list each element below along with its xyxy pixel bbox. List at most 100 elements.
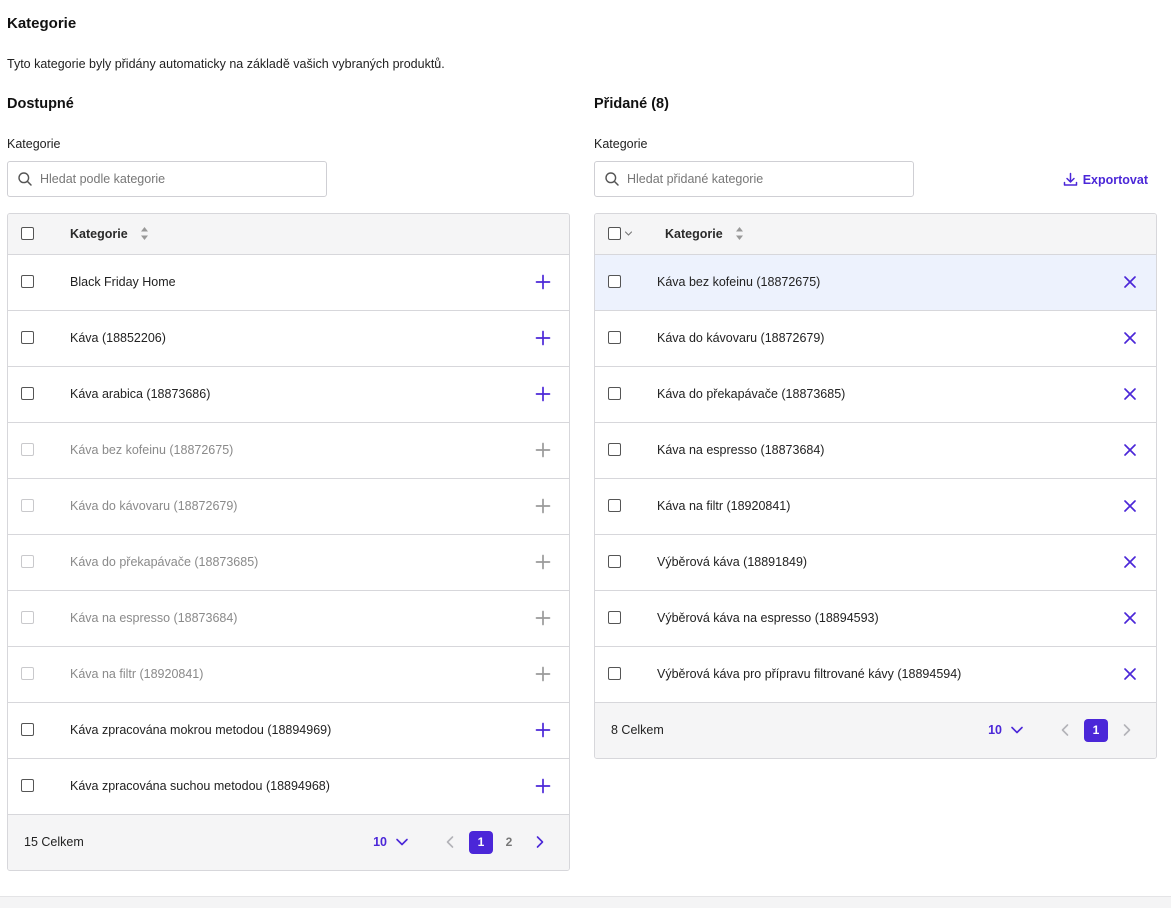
plus-icon[interactable] — [535, 722, 551, 738]
row-label: Káva na filtr (18920841) — [657, 499, 791, 513]
plus-icon — [535, 498, 551, 514]
close-icon[interactable] — [1122, 610, 1138, 626]
available-search-box[interactable] — [7, 161, 327, 197]
row-checkbox — [21, 611, 34, 624]
row-label: Káva bez kofeinu (18872675) — [70, 443, 234, 457]
close-icon[interactable] — [1122, 498, 1138, 514]
table-row: Káva do překapávače (18873685) — [8, 535, 569, 591]
available-page-2[interactable]: 2 — [497, 831, 521, 854]
close-icon[interactable] — [1122, 442, 1138, 458]
row-checkbox — [21, 443, 34, 456]
table-row[interactable]: Káva do překapávače (18873685) — [595, 367, 1156, 423]
table-row[interactable]: Výběrová káva na espresso (18894593) — [595, 591, 1156, 647]
table-row: Káva do kávovaru (18872679) — [8, 479, 569, 535]
added-page-1[interactable]: 1 — [1084, 718, 1108, 742]
row-checkbox[interactable] — [608, 443, 621, 456]
download-icon — [1063, 172, 1077, 186]
added-rows: Káva bez kofeinu (18872675) Káva do kávov… — [595, 255, 1156, 703]
added-per-page-select[interactable]: 10 — [988, 723, 1024, 737]
available-per-page-value: 10 — [373, 835, 387, 849]
plus-icon[interactable] — [535, 274, 551, 290]
available-per-page-select[interactable]: 10 — [373, 835, 409, 849]
added-select-all-checkbox[interactable] — [608, 227, 621, 240]
added-per-page-value: 10 — [988, 723, 1002, 737]
plus-icon[interactable] — [535, 386, 551, 402]
plus-icon[interactable] — [535, 330, 551, 346]
table-row[interactable]: Káva arabica (18873686) — [8, 367, 569, 423]
added-select-all[interactable] — [608, 227, 633, 240]
row-label: Káva zpracována mokrou metodou (18894969… — [70, 723, 332, 737]
table-row[interactable]: Káva zpracována suchou metodou (18894968… — [8, 759, 569, 815]
chevron-left-icon[interactable] — [1058, 723, 1072, 737]
sort-icon[interactable] — [140, 226, 149, 241]
plus-icon[interactable] — [535, 778, 551, 794]
row-label: Black Friday Home — [70, 275, 176, 289]
row-checkbox[interactable] — [608, 611, 621, 624]
available-total: 15 Celkem — [24, 835, 84, 849]
row-checkbox — [21, 499, 34, 512]
chevron-down-icon — [1011, 726, 1023, 734]
plus-icon — [535, 554, 551, 570]
plus-icon — [535, 666, 551, 682]
close-icon[interactable] — [1122, 554, 1138, 570]
table-row[interactable]: Káva zpracována mokrou metodou (18894969… — [8, 703, 569, 759]
table-row[interactable]: Káva na espresso (18873684) — [595, 423, 1156, 479]
table-row[interactable]: Káva na filtr (18920841) — [595, 479, 1156, 535]
available-search-input[interactable] — [40, 172, 310, 186]
available-rows: Black Friday Home Káva (18852206) Káva ara… — [8, 255, 569, 815]
close-icon[interactable] — [1122, 386, 1138, 402]
added-search-label: Kategorie — [594, 137, 648, 151]
table-row[interactable]: Výběrová káva (18891849) — [595, 535, 1156, 591]
added-search-box[interactable] — [594, 161, 914, 197]
row-label: Káva na espresso (18873684) — [657, 443, 825, 457]
row-checkbox[interactable] — [21, 779, 34, 792]
table-row[interactable]: Black Friday Home — [8, 255, 569, 311]
row-checkbox[interactable] — [608, 275, 621, 288]
row-label: Káva do kávovaru (18872679) — [657, 331, 825, 345]
available-select-all-checkbox[interactable] — [21, 227, 34, 240]
row-checkbox[interactable] — [21, 387, 34, 400]
chevron-left-icon[interactable] — [443, 835, 457, 849]
table-row[interactable]: Káva do kávovaru (18872679) — [595, 311, 1156, 367]
row-label: Káva do překapávače (18873685) — [70, 555, 259, 569]
row-checkbox[interactable] — [608, 667, 621, 680]
added-total: 8 Celkem — [611, 723, 664, 737]
row-checkbox[interactable] — [608, 331, 621, 344]
plus-icon — [535, 442, 551, 458]
table-row[interactable]: Výběrová káva pro přípravu filtrované ká… — [595, 647, 1156, 703]
row-label: Výběrová káva pro přípravu filtrované ká… — [657, 667, 962, 681]
chevron-right-icon[interactable] — [1120, 723, 1134, 737]
available-pagination: 10 1 2 — [373, 829, 557, 855]
added-column-header-label: Kategorie — [665, 226, 723, 241]
available-title: Dostupné — [7, 96, 74, 112]
row-label: Káva arabica (18873686) — [70, 387, 211, 401]
search-icon — [605, 172, 619, 186]
added-column-header[interactable]: Kategorie — [665, 226, 744, 241]
export-button[interactable]: Exportovat — [1063, 172, 1148, 187]
close-icon[interactable] — [1122, 330, 1138, 346]
row-checkbox[interactable] — [21, 331, 34, 344]
row-checkbox[interactable] — [21, 275, 34, 288]
table-row[interactable]: Káva (18852206) — [8, 311, 569, 367]
table-row[interactable]: Káva bez kofeinu (18872675) — [595, 255, 1156, 311]
row-label: Káva bez kofeinu (18872675) — [657, 275, 821, 289]
chevron-down-icon[interactable] — [624, 229, 633, 238]
chevron-down-icon — [396, 838, 408, 846]
row-checkbox — [21, 667, 34, 680]
close-icon[interactable] — [1122, 666, 1138, 682]
page-description: Tyto kategorie byly přidány automaticky … — [7, 57, 445, 71]
row-label: Káva zpracována suchou metodou (18894968… — [70, 779, 330, 793]
table-row: Káva bez kofeinu (18872675) — [8, 423, 569, 479]
available-page-1[interactable]: 1 — [469, 830, 493, 854]
available-column-header[interactable]: Kategorie — [70, 226, 149, 241]
chevron-right-icon[interactable] — [533, 835, 547, 849]
row-checkbox[interactable] — [608, 387, 621, 400]
row-checkbox[interactable] — [608, 499, 621, 512]
row-checkbox[interactable] — [21, 723, 34, 736]
close-icon[interactable] — [1122, 274, 1138, 290]
row-label: Káva na espresso (18873684) — [70, 611, 238, 625]
page-title: Kategorie — [7, 15, 77, 32]
added-search-input[interactable] — [627, 172, 897, 186]
row-checkbox[interactable] — [608, 555, 621, 568]
sort-icon[interactable] — [735, 226, 744, 241]
